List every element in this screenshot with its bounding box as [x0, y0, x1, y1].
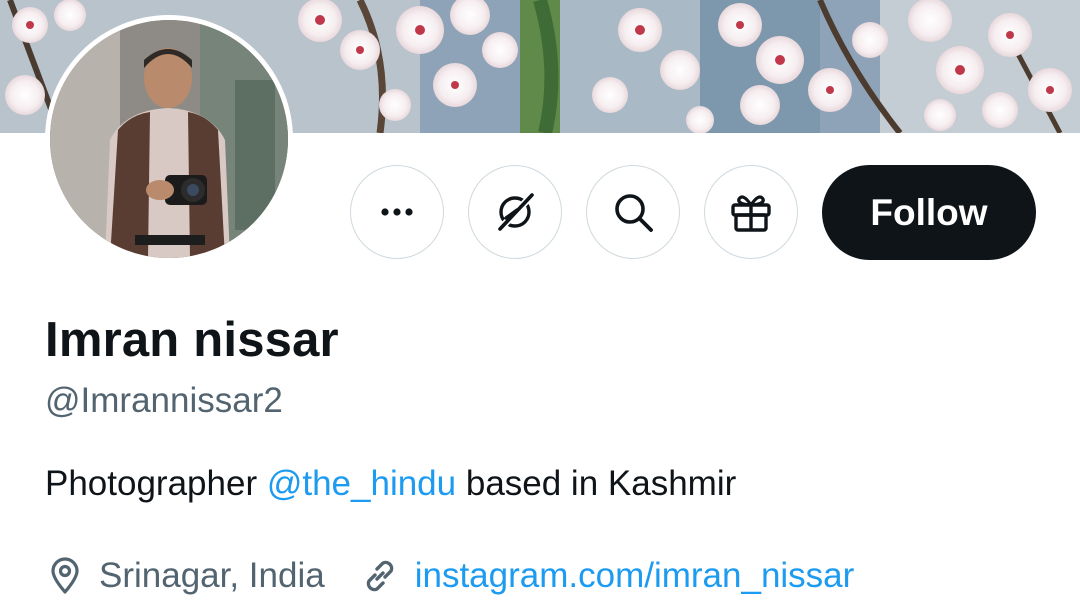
bio-mention-link[interactable]: @the_hindu	[267, 464, 456, 503]
profile-bio: Photographer @the_hindu based in Kashmir	[45, 464, 736, 504]
user-handle: @Imrannissar2	[45, 381, 283, 420]
location-pin-icon	[51, 557, 79, 594]
location-item: Srinagar, India	[45, 556, 325, 596]
grok-icon	[496, 191, 536, 233]
bio-text-before: Photographer	[45, 464, 267, 503]
bio-text-after: based in Kashmir	[456, 464, 737, 503]
website-item[interactable]: instagram.com/imran_nissar	[359, 555, 855, 597]
profile-meta: Srinagar, India instagram.com/imran_niss…	[45, 552, 854, 600]
display-name: Imran nissar	[45, 313, 339, 367]
location-text: Srinagar, India	[99, 556, 325, 595]
follow-button[interactable]: Follow	[822, 165, 1036, 260]
more-button[interactable]	[350, 165, 444, 259]
more-horizontal-icon	[381, 208, 413, 216]
profile-avatar[interactable]	[45, 15, 293, 263]
search-button[interactable]	[586, 165, 680, 259]
search-icon	[615, 194, 653, 232]
avatar-photo	[50, 20, 288, 258]
website-link[interactable]: instagram.com/imran_nissar	[415, 556, 855, 596]
link-icon	[366, 560, 393, 592]
gift-icon	[731, 195, 771, 232]
grok-button[interactable]	[468, 165, 562, 259]
gift-button[interactable]	[704, 165, 798, 259]
